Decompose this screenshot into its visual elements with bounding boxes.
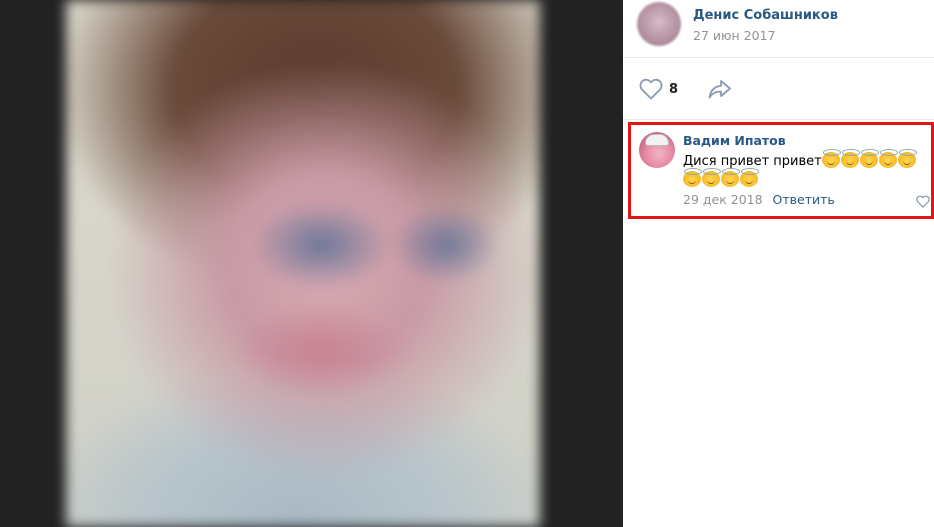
like-button[interactable]: 8 [639, 78, 678, 100]
comment-meta: 29 дек 2018 Ответить [683, 192, 835, 207]
angel-smiley-emoji [859, 149, 879, 168]
post-header: Денис Собашников 27 июн 2017 [623, 0, 934, 58]
angel-smiley-emoji [683, 168, 702, 187]
post-date[interactable]: 27 июн 2017 [693, 28, 775, 43]
reply-link[interactable]: Ответить [773, 192, 835, 207]
angel-smiley-emoji [740, 168, 759, 187]
comment-heart-icon[interactable] [916, 195, 930, 208]
comment-text-content: Дися привет привет [683, 154, 822, 169]
avatar-cap-decoration [645, 134, 669, 146]
comment-highlight-box: Вадим Ипатов Дися привет привет 29 дек 2… [628, 122, 934, 219]
angel-smiley-emoji [840, 149, 860, 168]
share-icon[interactable] [707, 78, 733, 100]
post-author-link[interactable]: Денис Собашников [693, 8, 838, 23]
commenter-avatar[interactable] [639, 132, 675, 168]
angel-smiley-emoji [702, 168, 721, 187]
photo-viewer [0, 0, 623, 527]
author-avatar[interactable] [637, 2, 681, 46]
post-side-panel: Денис Собашников 27 июн 2017 8 Вадим Ипа… [623, 0, 934, 527]
angel-smiley-emoji [878, 149, 898, 168]
angel-smiley-emoji [721, 168, 740, 187]
comment-text: Дися привет привет [683, 149, 931, 190]
heart-icon [639, 78, 663, 100]
comment-author-link[interactable]: Вадим Ипатов [683, 133, 786, 148]
angel-smiley-emoji [821, 149, 841, 168]
blurred-photo[interactable] [66, 0, 540, 527]
angel-smiley-emoji [897, 149, 917, 168]
post-actions: 8 [623, 58, 934, 120]
comment-date[interactable]: 29 дек 2018 [683, 192, 763, 207]
like-count: 8 [669, 81, 679, 97]
